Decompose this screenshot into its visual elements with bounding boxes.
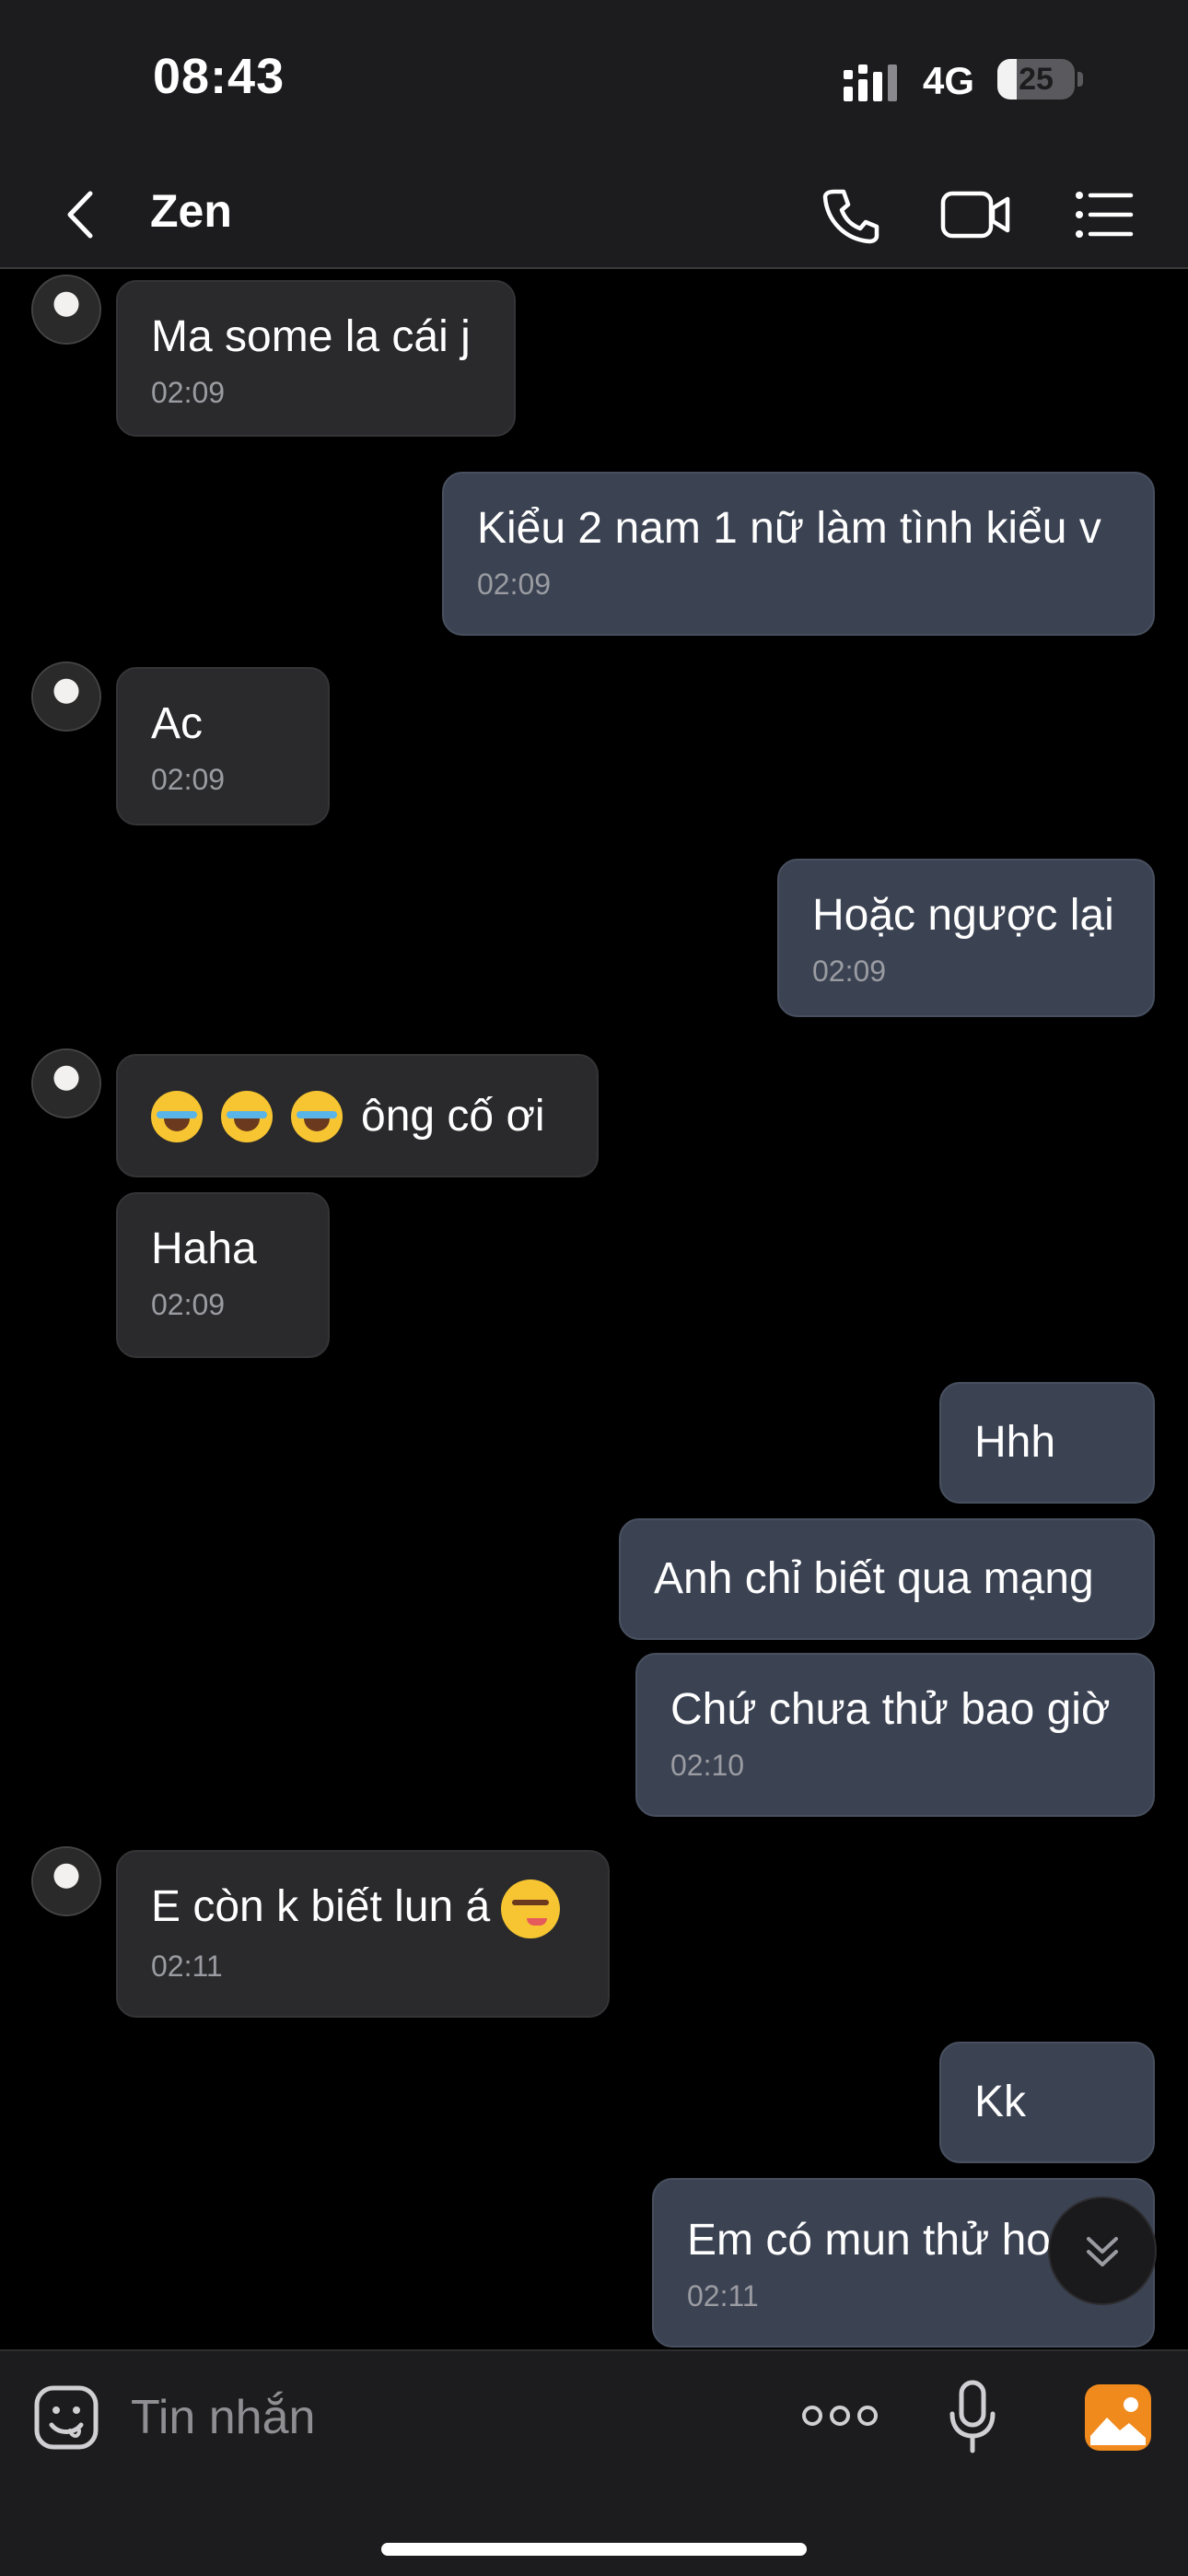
message-bubble-incoming[interactable]: ông cố ơi [116, 1054, 599, 1177]
status-time: 08:43 [153, 49, 285, 104]
laugh-emoji [221, 1091, 273, 1142]
message-text-row: ông cố ơi [151, 1089, 564, 1144]
gallery-icon[interactable] [1085, 2384, 1151, 2451]
message-bubble-outgoing[interactable]: Kiểu 2 nam 1 nữ làm tình kiểu v 02:09 [442, 472, 1155, 636]
contact-avatar[interactable] [33, 663, 99, 730]
message-bubble-incoming[interactable]: Ac 02:09 [116, 667, 330, 825]
message-text: Hhh [974, 1418, 1056, 1467]
more-icon[interactable] [801, 2399, 879, 2432]
contact-name[interactable]: Zen [150, 184, 232, 238]
message-bubble-incoming[interactable]: Haha 02:09 [116, 1192, 330, 1358]
contact-avatar[interactable] [33, 1848, 99, 1914]
message-bubble-outgoing[interactable]: Anh chỉ biết qua mạng [619, 1518, 1155, 1640]
message-time: 02:10 [670, 1749, 745, 1782]
message-bubble-outgoing[interactable]: Hoặc ngược lại 02:09 [777, 859, 1155, 1017]
status-bar: 08:43 4G 25 [0, 0, 1188, 162]
laugh-emoji [151, 1091, 203, 1142]
back-icon[interactable] [57, 182, 103, 247]
chat-screen: 08:43 4G 25 Zen Ma some la cái j 02:09 K… [0, 0, 1188, 2576]
message-bubble-outgoing[interactable]: Hhh [939, 1382, 1155, 1504]
sticker-icon[interactable] [33, 2384, 99, 2451]
double-chevron-down-icon [1087, 2237, 1118, 2266]
smirk-emoji [501, 1879, 561, 1939]
signal-icon [844, 64, 897, 101]
scroll-to-bottom-button[interactable] [1050, 2198, 1155, 2303]
contact-avatar[interactable] [33, 1050, 99, 1117]
message-text: Haha [151, 1224, 257, 1273]
battery-icon: 25 [997, 59, 1075, 100]
list-icon[interactable] [1072, 182, 1136, 247]
message-text: Kiểu 2 nam 1 nữ làm tình kiểu v [477, 504, 1101, 553]
mic-icon[interactable] [949, 2379, 996, 2456]
message-list[interactable]: Ma some la cái j 02:09 Kiểu 2 nam 1 nữ l… [0, 269, 1188, 2348]
message-input[interactable]: Tin nhắn [131, 2390, 315, 2445]
laugh-emoji [291, 1091, 343, 1142]
message-text: Ac [151, 699, 204, 748]
message-text: Hoặc ngược lại [812, 891, 1114, 940]
video-icon[interactable] [939, 182, 1013, 247]
message-time: 02:09 [477, 568, 552, 601]
battery-percent: 25 [1019, 61, 1054, 97]
message-bubble-outgoing[interactable]: Chứ chưa thử bao giờ 02:10 [635, 1653, 1155, 1817]
message-text: Kk [974, 2078, 1027, 2126]
message-time: 02:09 [151, 763, 226, 796]
message-text: Ma some la cái j [151, 312, 471, 361]
message-text: ông cố ơi [361, 1092, 545, 1141]
message-text: Chứ chưa thử bao giờ [670, 1685, 1111, 1734]
message-bubble-incoming[interactable]: E còn k biết lun á 02:11 [116, 1850, 610, 2018]
battery-tip [1077, 72, 1083, 87]
network-type: 4G [923, 59, 975, 102]
phone-icon[interactable] [818, 182, 882, 247]
message-time: 02:09 [812, 954, 887, 988]
message-time: 02:11 [151, 1950, 223, 1984]
message-time: 02:09 [151, 1288, 226, 1321]
message-time: 02:09 [151, 376, 226, 409]
chat-header: Zen [0, 162, 1188, 269]
message-bubble-outgoing[interactable]: Kk [939, 2042, 1155, 2163]
message-bubble-incoming[interactable]: Ma some la cái j 02:09 [116, 280, 516, 437]
message-text-row: E còn k biết lun á [151, 1879, 575, 1939]
message-text: E còn k biết lun á [151, 1882, 491, 1931]
home-indicator[interactable] [381, 2543, 807, 2556]
message-text: Anh chỉ biết qua mạng [654, 1554, 1094, 1603]
image-icon [1090, 2397, 1146, 2445]
contact-avatar[interactable] [33, 276, 99, 343]
